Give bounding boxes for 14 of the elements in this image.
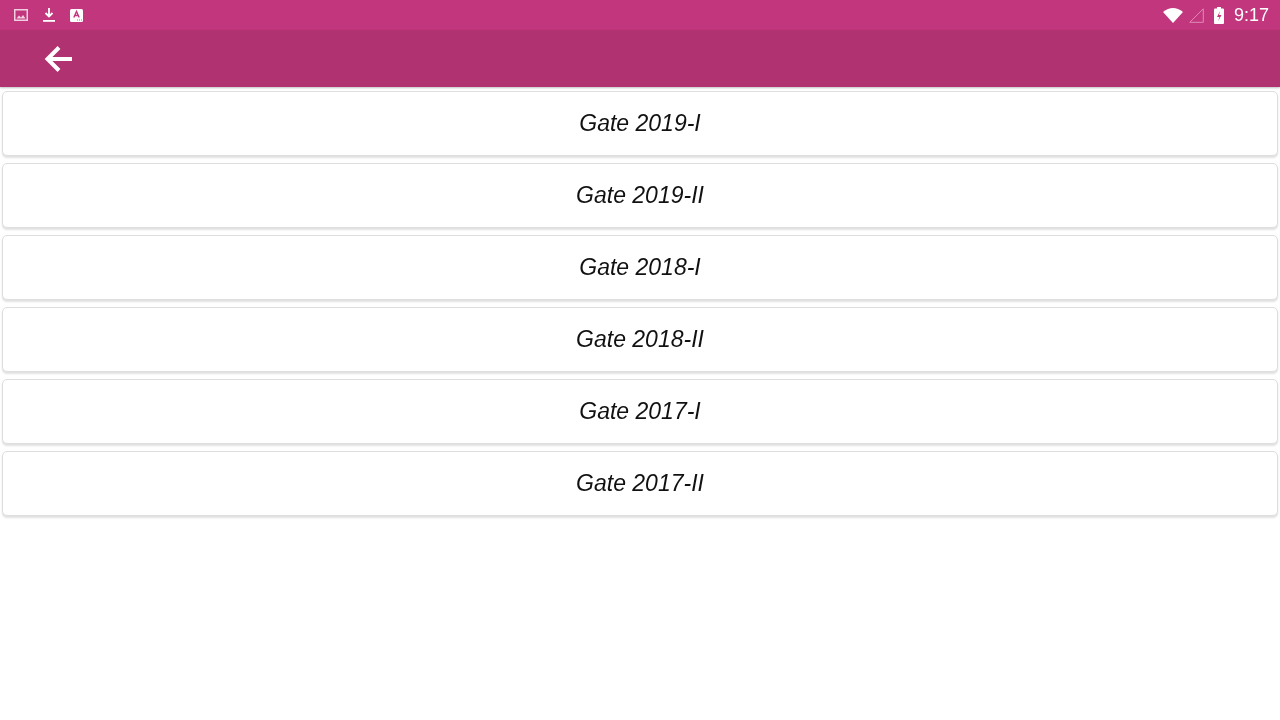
download-icon bbox=[43, 8, 55, 22]
signal-icon bbox=[1188, 7, 1204, 23]
exam-list-item[interactable]: Gate 2019-II bbox=[2, 163, 1278, 228]
exam-list-item[interactable]: Gate 2017-II bbox=[2, 451, 1278, 516]
picture-icon bbox=[14, 9, 28, 21]
back-arrow-icon bbox=[44, 44, 74, 73]
clock-time: 9:17 bbox=[1233, 4, 1269, 26]
keyboard-letter-icon bbox=[70, 8, 83, 22]
exam-list-item[interactable]: Gate 2018-I bbox=[2, 235, 1278, 300]
exam-list-item[interactable]: Gate 2019-I bbox=[2, 91, 1278, 156]
exam-list-item[interactable]: Gate 2017-I bbox=[2, 379, 1278, 444]
exam-list-item[interactable]: Gate 2018-II bbox=[2, 307, 1278, 372]
wifi-icon bbox=[1162, 7, 1183, 23]
battery-charging-icon bbox=[1213, 6, 1224, 24]
